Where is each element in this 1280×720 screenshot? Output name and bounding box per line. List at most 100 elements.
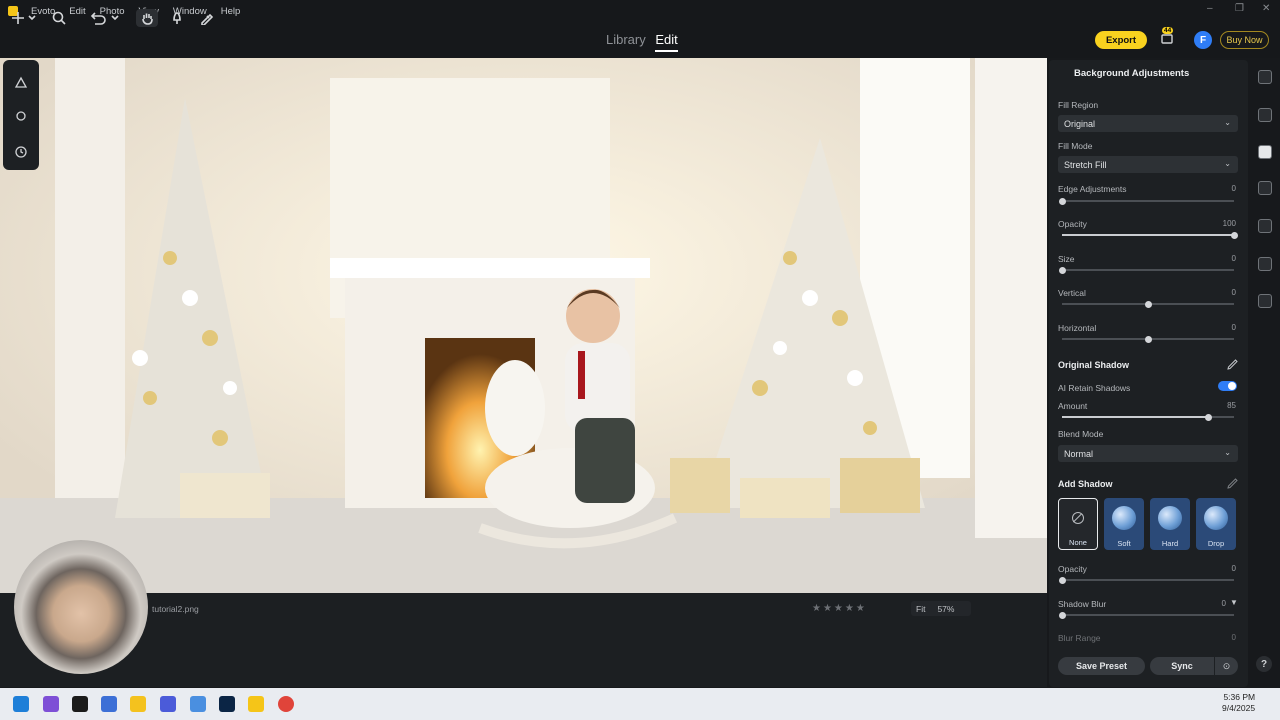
chrome-icon[interactable]	[278, 696, 294, 712]
ai-retain-shadows-label: AI Retain Shadows	[1058, 383, 1131, 393]
blend-mode-label: Blend Mode	[1058, 429, 1104, 439]
teams-icon[interactable]	[101, 696, 117, 712]
zoom-control[interactable]: Fit 57%	[911, 601, 971, 616]
christmas-scene-photo	[0, 58, 1047, 593]
maximize-button[interactable]: ❐	[1235, 3, 1244, 14]
vertical-slider[interactable]	[1062, 300, 1234, 308]
vertical-label: Vertical	[1058, 288, 1086, 298]
panel-title: Background Adjustments	[1074, 68, 1190, 79]
clothing-icon[interactable]	[1258, 181, 1272, 195]
opacity-slider[interactable]	[1062, 231, 1238, 239]
save-preset-button[interactable]: Save Preset	[1058, 657, 1145, 675]
shadow-opacity-label: Opacity	[1058, 564, 1087, 574]
chevron-down-icon: ⌄	[1224, 159, 1231, 168]
size-slider[interactable]	[1058, 266, 1234, 274]
copilot-icon[interactable]	[43, 696, 59, 712]
tab-library[interactable]: Library	[606, 32, 646, 47]
edge-adjustments-value: 0	[1231, 184, 1236, 193]
edge-adjustments-slider[interactable]	[1058, 197, 1234, 205]
search-icon[interactable]	[50, 9, 68, 27]
horizontal-slider[interactable]	[1062, 335, 1234, 343]
user-avatar[interactable]: F	[1194, 31, 1212, 49]
add-icon[interactable]	[10, 9, 38, 27]
brush-tool-icon[interactable]	[168, 9, 186, 27]
face-icon[interactable]	[1258, 108, 1272, 122]
fill-region-value: Original	[1064, 118, 1096, 129]
menu-help[interactable]: Help	[214, 6, 248, 17]
file-explorer-icon[interactable]	[130, 696, 146, 712]
eraser-tool-icon[interactable]	[198, 9, 216, 27]
amount-slider[interactable]	[1062, 413, 1234, 421]
shadow-hard-option[interactable]: Hard	[1150, 498, 1190, 550]
shadow-option-label: Hard	[1161, 539, 1179, 548]
close-window-button[interactable]: ✕	[1262, 3, 1270, 14]
caret-down-icon[interactable]: ▼	[1230, 598, 1238, 607]
sphere-icon	[1112, 506, 1136, 530]
file-name: tutorial2.png	[152, 604, 199, 614]
add-shadow-title: Add Shadow	[1058, 479, 1113, 489]
photoshop-icon[interactable]	[219, 696, 235, 712]
undo-icon[interactable]	[88, 9, 120, 27]
zoom-percent[interactable]: 57%	[937, 604, 954, 614]
sphere-icon	[1204, 506, 1228, 530]
sync-settings-icon[interactable]: ⊙	[1215, 657, 1238, 675]
webcam-overlay	[14, 540, 148, 674]
fill-mode-select[interactable]: Stretch Fill ⌄	[1058, 156, 1238, 173]
buy-now-button[interactable]: Buy Now	[1220, 31, 1269, 49]
chevron-down-icon: ⌄	[1224, 118, 1231, 127]
settings-app-icon[interactable]	[190, 696, 206, 712]
shadow-none-option[interactable]: None	[1058, 498, 1098, 550]
windows-start-icon[interactable]	[13, 696, 29, 712]
palette-icon[interactable]	[1258, 70, 1272, 84]
clock-time: 5:36 PM	[1223, 692, 1256, 702]
fill-region-select[interactable]: Original ⌄	[1058, 115, 1238, 132]
sync-button[interactable]: Sync	[1150, 657, 1214, 675]
blend-mode-value: Normal	[1064, 448, 1094, 459]
blur-range-value: 0	[1231, 633, 1236, 642]
fill-mode-value: Stretch Fill	[1064, 159, 1107, 170]
shadow-blur-label: Shadow Blur	[1058, 599, 1107, 609]
background-icon[interactable]	[1258, 145, 1272, 159]
left-tool-rail	[3, 60, 39, 170]
edit-icon[interactable]	[1227, 359, 1238, 373]
camera-icon[interactable]	[1258, 257, 1272, 271]
filter-sun-icon[interactable]	[11, 106, 31, 126]
horizontal-label: Horizontal	[1058, 323, 1097, 333]
hand-tool-icon[interactable]	[136, 9, 158, 27]
folder-icon[interactable]	[1258, 294, 1272, 308]
shadow-blur-slider[interactable]	[1058, 611, 1234, 619]
shadow-opacity-slider[interactable]	[1058, 576, 1234, 584]
rating-stars[interactable]: ★★★★★	[812, 603, 867, 614]
messenger-icon[interactable]	[160, 696, 176, 712]
shadow-soft-option[interactable]: Soft	[1104, 498, 1144, 550]
blend-mode-select[interactable]: Normal ⌄	[1058, 445, 1238, 462]
edit-icon[interactable]	[1227, 478, 1238, 492]
amount-label: Amount	[1058, 401, 1088, 411]
minimize-button[interactable]: –	[1207, 3, 1213, 14]
adjustments-panel	[1049, 60, 1248, 687]
fit-label[interactable]: Fit	[916, 604, 925, 614]
size-value: 0	[1231, 254, 1236, 263]
photo-canvas[interactable]	[0, 58, 1047, 593]
ai-retain-shadows-toggle[interactable]	[1218, 381, 1237, 391]
shadow-opacity-value: 0	[1231, 564, 1236, 573]
chevron-down-icon: ⌄	[1224, 448, 1231, 457]
help-icon[interactable]: ?	[1256, 656, 1272, 672]
opacity-label: Opacity	[1058, 219, 1087, 229]
tab-edit[interactable]: Edit	[655, 32, 678, 52]
crop-icon[interactable]	[1258, 219, 1272, 233]
shadow-option-label: None	[1069, 538, 1087, 547]
nav-tabs: Library Edit	[606, 32, 684, 52]
export-button[interactable]: Export	[1095, 31, 1147, 49]
shadow-option-label: Soft	[1117, 539, 1131, 548]
vertical-value: 0	[1231, 288, 1236, 297]
search-taskbar-icon[interactable]	[72, 696, 88, 712]
system-clock[interactable]: 5:36 PM 9/4/2025	[1222, 692, 1255, 714]
size-label: Size	[1058, 254, 1075, 264]
shadow-drop-option[interactable]: Drop	[1196, 498, 1236, 550]
history-icon[interactable]	[11, 142, 31, 162]
adjust-triangle-icon[interactable]	[11, 72, 31, 92]
clock-date: 9/4/2025	[1222, 703, 1256, 713]
shadow-option-label: Drop	[1207, 539, 1225, 548]
evoto-taskbar-icon[interactable]	[248, 696, 264, 712]
